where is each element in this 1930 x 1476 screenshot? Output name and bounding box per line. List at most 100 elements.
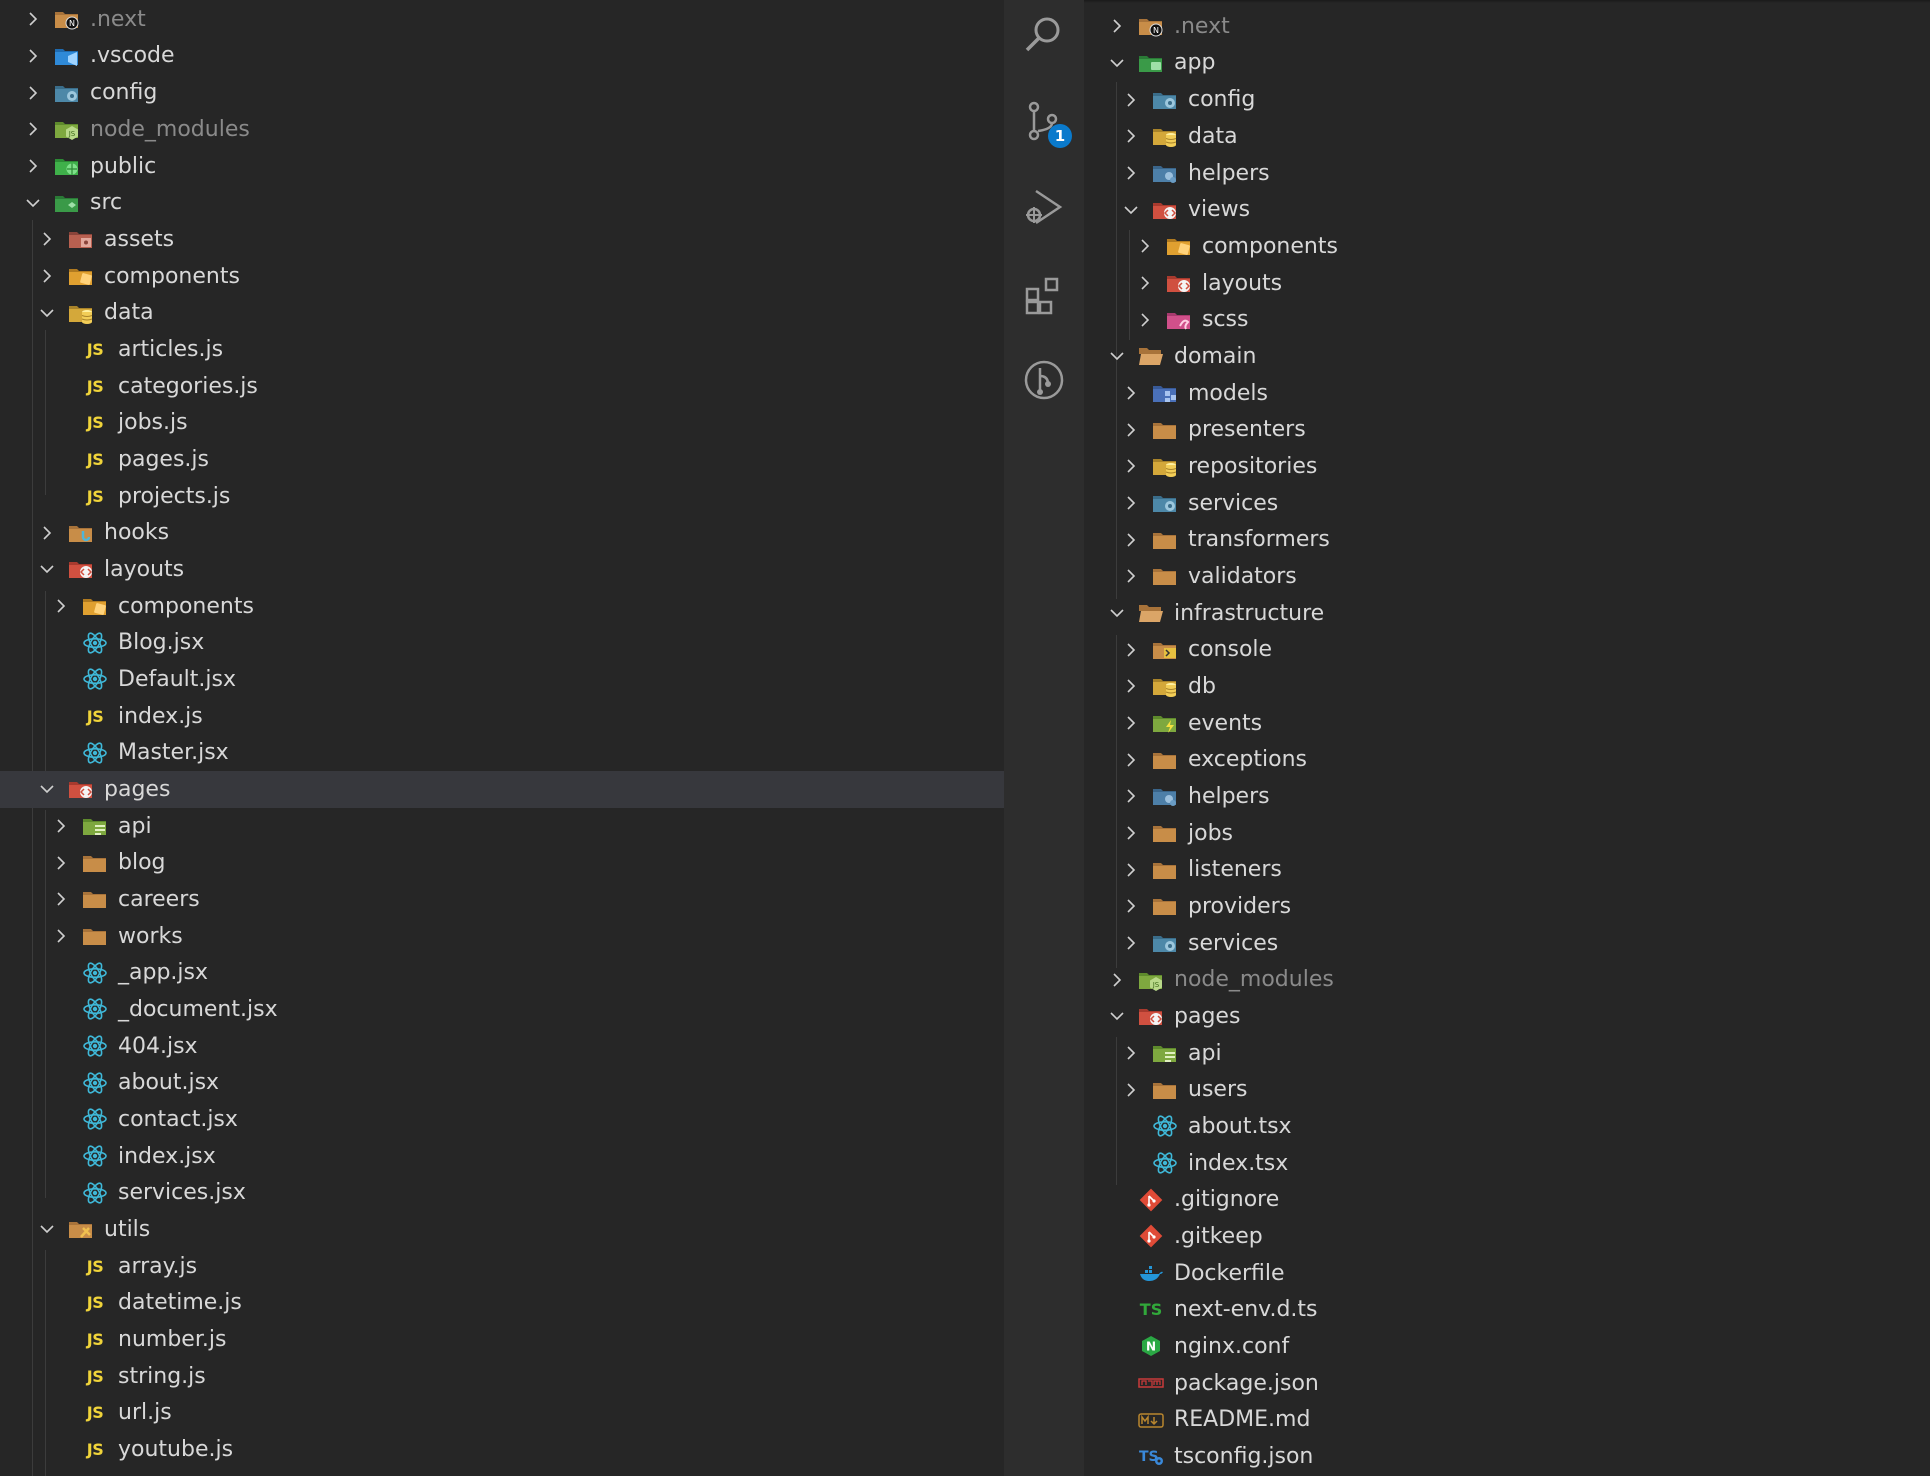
tree-item-nginx-conf[interactable]: Nnginx.conf [1084, 1328, 1930, 1365]
js-file-icon: JS [86, 1293, 104, 1313]
tree-item-gitkeep[interactable]: .gitkeep [1084, 1218, 1930, 1255]
tree-item-services[interactable]: services [1084, 925, 1930, 962]
tree-item-data[interactable]: data [0, 294, 1004, 331]
tree-item-master-jsx[interactable]: Master.jsx [0, 734, 1004, 771]
tree-item-number-js[interactable]: JS number.js [0, 1321, 1004, 1358]
tree-item-contact-jsx[interactable]: contact.jsx [0, 1101, 1004, 1138]
tree-item-package-json[interactable]: package.json [1084, 1365, 1930, 1402]
tree-item-dockerfile[interactable]: Dockerfile [1084, 1255, 1930, 1292]
tree-item-repositories[interactable]: repositories [1084, 448, 1930, 485]
tree-item-next[interactable]: N .next [1084, 8, 1930, 45]
tree-item-datetime-js[interactable]: JS datetime.js [0, 1284, 1004, 1321]
git-graph-action[interactable] [1004, 345, 1084, 415]
tree-item-exceptions[interactable]: exceptions [1084, 741, 1930, 778]
folder-components-icon [80, 593, 110, 619]
tree-item-validators[interactable]: validators [1084, 558, 1930, 595]
tree-item-transformers[interactable]: transformers [1084, 521, 1930, 558]
tree-item-categories-js[interactable]: JS categories.js [0, 368, 1004, 405]
tree-item-src[interactable]: src [0, 184, 1004, 221]
tree-item-articles-js[interactable]: JS articles.js [0, 331, 1004, 368]
chevron-down-icon [34, 556, 60, 582]
chevron-down-icon [34, 1216, 60, 1242]
tree-item-infrastructure[interactable]: infrastructure [1084, 595, 1930, 632]
tree-item-string-js[interactable]: JS string.js [0, 1358, 1004, 1395]
tree-item-next-env-d-ts[interactable]: TS next-env.d.ts [1084, 1291, 1930, 1328]
tree-item-utils[interactable]: utils [0, 1211, 1004, 1248]
git-icon [1136, 1223, 1166, 1249]
tree-item-layouts[interactable]: layouts [1084, 265, 1930, 302]
tree-item-assets[interactable]: assets [0, 221, 1004, 258]
tree-item-blog[interactable]: blog [0, 844, 1004, 881]
activity-bar: 1 [1004, 0, 1084, 1476]
tree-item-next[interactable]: N .next [0, 1, 1004, 38]
tree-item-jobs-js[interactable]: JS jobs.js [0, 404, 1004, 441]
tree-item-careers[interactable]: careers [0, 881, 1004, 918]
tree-item-tsconfig-json[interactable]: TS tsconfig.json [1084, 1438, 1930, 1475]
tree-item-app[interactable]: app [1084, 45, 1930, 82]
tree-item-index-js[interactable]: JS index.js [0, 698, 1004, 735]
tree-item-components[interactable]: components [1084, 228, 1930, 265]
tree-item-index-jsx[interactable]: index.jsx [0, 1138, 1004, 1175]
tree-item-vscode[interactable]: .vscode [0, 38, 1004, 75]
tree-item-config[interactable]: config [0, 74, 1004, 111]
tree-item-404-jsx[interactable]: 404.jsx [0, 1028, 1004, 1065]
tree-item-jobs[interactable]: jobs [1084, 815, 1930, 852]
tree-item-document-jsx[interactable]: _document.jsx [0, 991, 1004, 1028]
tree-item-works[interactable]: works [0, 918, 1004, 955]
tree-item-components[interactable]: components [0, 258, 1004, 295]
tree-item-views[interactable]: views [1084, 191, 1930, 228]
tree-item-node-modules[interactable]: JS node_modules [0, 111, 1004, 148]
tree-item-api[interactable]: api [0, 808, 1004, 845]
tree-item-pages-js[interactable]: JS pages.js [0, 441, 1004, 478]
tree-item-domain[interactable]: domain [1084, 338, 1930, 375]
svg-text:N: N [69, 19, 75, 28]
tree-item-users[interactable]: users [1084, 1071, 1930, 1108]
tree-item-helpers[interactable]: helpers [1084, 778, 1930, 815]
tree-item-helpers[interactable]: helpers [1084, 155, 1930, 192]
tree-item-blog-jsx[interactable]: Blog.jsx [0, 624, 1004, 661]
tree-item-index-tsx[interactable]: index.tsx [1084, 1145, 1930, 1182]
tree-item-scss[interactable]: scss [1084, 301, 1930, 338]
folder-icon [1150, 747, 1180, 773]
tree-item-label: projects.js [118, 483, 231, 509]
tree-item-app-jsx[interactable]: _app.jsx [0, 954, 1004, 991]
tree-item-data[interactable]: data [1084, 118, 1930, 155]
tree-item-presenters[interactable]: presenters [1084, 411, 1930, 448]
tree-item-services-jsx[interactable]: services.jsx [0, 1174, 1004, 1211]
tree-item-db[interactable]: db [1084, 668, 1930, 705]
tree-item-hooks[interactable]: hooks [0, 514, 1004, 551]
tree-item-label: Blog.jsx [118, 630, 205, 656]
tree-item-components[interactable]: components [0, 588, 1004, 625]
tree-item-layouts[interactable]: layouts [0, 551, 1004, 588]
tree-item-youtube-js[interactable]: JS youtube.js [0, 1431, 1004, 1468]
tree-item-projects-js[interactable]: JS projects.js [0, 478, 1004, 515]
tree-item-services[interactable]: services [1084, 485, 1930, 522]
tree-item-readme-md[interactable]: README.md [1084, 1401, 1930, 1438]
tree-item-label: careers [118, 886, 200, 912]
source-control-action[interactable]: 1 [1004, 86, 1084, 156]
tree-item-array-js[interactable]: JS array.js [0, 1248, 1004, 1285]
tree-item-config[interactable]: config [1084, 81, 1930, 118]
tree-item-api[interactable]: api [1084, 1035, 1930, 1072]
tree-item-pages[interactable]: pages [0, 771, 1004, 808]
tree-item-url-js[interactable]: JS url.js [0, 1394, 1004, 1431]
search-action[interactable] [1004, 0, 1084, 70]
tree-item-events[interactable]: events [1084, 705, 1930, 742]
folder-icon [1150, 527, 1180, 553]
tree-item-about-jsx[interactable]: about.jsx [0, 1064, 1004, 1101]
tree-item-pages[interactable]: pages [1084, 998, 1930, 1035]
tree-item-label: blog [118, 850, 166, 876]
extensions-action[interactable] [1004, 260, 1084, 330]
tree-item-listeners[interactable]: listeners [1084, 851, 1930, 888]
tree-item-about-tsx[interactable]: about.tsx [1084, 1108, 1930, 1145]
tree-item-console[interactable]: console [1084, 631, 1930, 668]
tree-item-models[interactable]: models [1084, 375, 1930, 412]
tree-item-providers[interactable]: providers [1084, 888, 1930, 925]
run-debug-action[interactable] [1004, 172, 1084, 242]
js-file-icon: JS [86, 1366, 104, 1386]
tree-item-public[interactable]: public [0, 148, 1004, 185]
folder-hooks-icon [66, 520, 96, 546]
tree-item-default-jsx[interactable]: Default.jsx [0, 661, 1004, 698]
tree-item-node-modules[interactable]: JS node_modules [1084, 961, 1930, 998]
tree-item-gitignore[interactable]: .gitignore [1084, 1181, 1930, 1218]
